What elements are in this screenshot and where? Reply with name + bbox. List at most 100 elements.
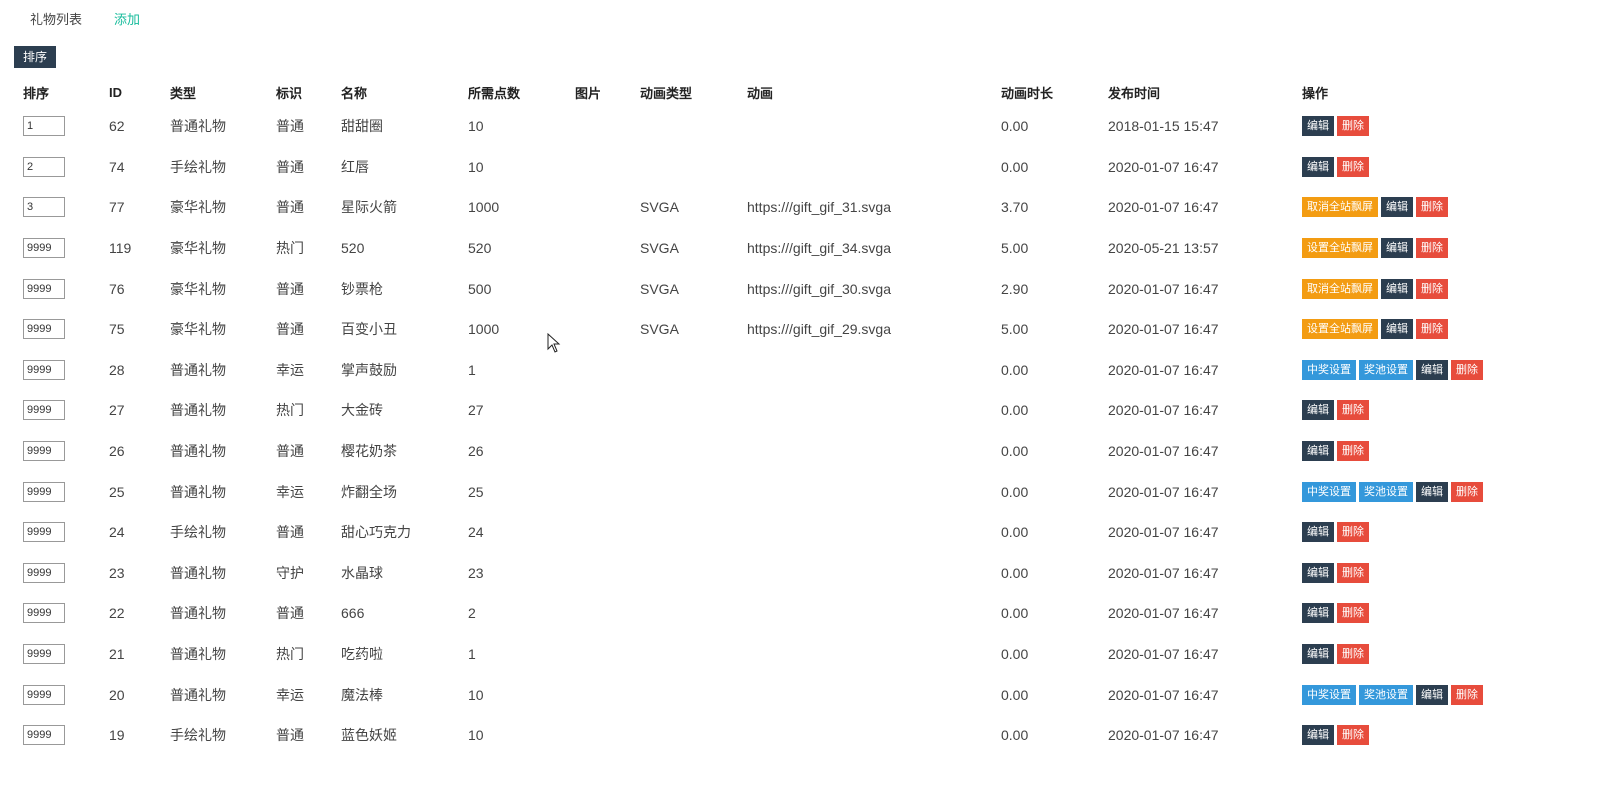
sort-button[interactable]: 排序 [14,46,57,68]
cell-id: 25 [109,483,125,500]
cell-points: 10 [468,158,484,175]
order-input[interactable] [23,441,65,462]
cell-type: 豪华礼物 [170,321,226,338]
edit-button[interactable]: 编辑 [1416,359,1448,380]
cell-anim-type: SVGA [640,280,679,297]
cell-points: 1000 [468,199,500,216]
order-input[interactable] [23,116,65,137]
delete-button[interactable]: 删除 [1337,725,1369,746]
table-row: 74 手绘礼物 普通 红唇 10 0.00 2020-01-07 16:47 编辑删除 [14,147,1574,188]
edit-button[interactable]: 编辑 [1416,481,1448,502]
cell-name: 666 [341,605,365,622]
order-input[interactable] [23,319,65,340]
delete-button[interactable]: 删除 [1451,359,1483,380]
table-row: 77 豪华礼物 普通 星际火箭 1000 SVGA https:///gift_gif_31… [14,187,1574,228]
delete-button[interactable]: 删除 [1337,562,1369,583]
order-input[interactable] [23,684,65,705]
edit-button[interactable]: 编辑 [1381,238,1413,259]
order-input[interactable] [23,481,65,502]
cell-name: 掌声鼓励 [341,361,397,378]
delete-button[interactable]: 删除 [1337,400,1369,421]
delete-button[interactable]: 删除 [1416,197,1448,218]
delete-button[interactable]: 删除 [1337,644,1369,665]
order-input[interactable] [23,238,65,259]
tab-gift-list[interactable]: 礼物列表 [14,8,98,34]
cell-duration: 0.00 [1001,564,1029,581]
delete-button[interactable]: 删除 [1337,603,1369,624]
cell-mark: 幸运 [276,361,304,378]
cell-anim [738,593,992,634]
edit-button[interactable]: 编辑 [1302,603,1334,624]
edit-button[interactable]: 编辑 [1302,562,1334,583]
edit-button[interactable]: 编辑 [1302,156,1334,177]
cell-order [14,634,100,675]
cell-id: 19 [109,727,125,744]
cell-points: 26 [468,443,484,460]
order-input[interactable] [23,725,65,746]
delete-button[interactable]: 删除 [1337,156,1369,177]
cell-id: 75 [109,321,125,338]
cell-name: 炸翻全场 [341,483,397,500]
order-input[interactable] [23,522,65,543]
col-mark: 标识 [276,85,303,101]
delete-button[interactable]: 删除 [1416,278,1448,299]
cell-type: 普通礼物 [170,564,226,581]
table-row: 19 手绘礼物 普通 蓝色妖姬 10 0.00 2020-01-07 16:47 编辑删除 [14,715,1574,756]
cell-mark: 普通 [276,280,304,297]
cell-points: 24 [468,524,484,541]
edit-button[interactable]: 编辑 [1302,116,1334,137]
edit-button[interactable]: 编辑 [1381,278,1413,299]
prize-setting-button[interactable]: 中奖设置 [1302,481,1356,502]
table-row: 62 普通礼物 普通 甜甜圈 10 0.00 2018-01-15 15:47 编辑删除 [14,106,1574,147]
order-input[interactable] [23,278,65,299]
prize-setting-button[interactable]: 中奖设置 [1302,684,1356,705]
order-input[interactable] [23,644,65,665]
delete-button[interactable]: 删除 [1337,522,1369,543]
cell-name: 魔法棒 [341,686,383,703]
delete-button[interactable]: 删除 [1337,116,1369,137]
cell-order [14,471,100,512]
edit-button[interactable]: 编辑 [1302,441,1334,462]
order-input[interactable] [23,400,65,421]
cell-mark: 普通 [276,524,304,541]
cell-time: 2020-05-21 13:57 [1108,240,1219,257]
edit-button[interactable]: 编辑 [1381,319,1413,340]
table-row: 25 普通礼物 幸运 炸翻全场 25 0.00 2020-01-07 16:47 中奖设置奖池… [14,471,1574,512]
delete-button[interactable]: 删除 [1337,441,1369,462]
delete-button[interactable]: 删除 [1451,684,1483,705]
pool-setting-button[interactable]: 奖池设置 [1359,359,1413,380]
delete-button[interactable]: 删除 [1416,319,1448,340]
table-row: 20 普通礼物 幸运 魔法棒 10 0.00 2020-01-07 16:47 中奖设置奖池设… [14,674,1574,715]
cell-points: 10 [468,727,484,744]
edit-button[interactable]: 编辑 [1381,197,1413,218]
order-input[interactable] [23,562,65,583]
cell-name: 红唇 [341,158,369,175]
cell-ops: 中奖设置 奖池设置 编辑 删除 [1293,674,1574,715]
cell-id: 28 [109,361,125,378]
delete-button[interactable]: 删除 [1416,238,1448,259]
prize-setting-button[interactable]: 中奖设置 [1302,359,1356,380]
order-input[interactable] [23,156,65,177]
cancel-screen-button[interactable]: 取消全站飘屏 [1302,278,1378,299]
cell-duration: 0.00 [1001,686,1029,703]
cell-anim-type [631,593,738,634]
pool-setting-button[interactable]: 奖池设置 [1359,684,1413,705]
set-screen-button[interactable]: 设置全站飘屏 [1302,319,1378,340]
edit-button[interactable]: 编辑 [1302,400,1334,421]
tab-add[interactable]: 添加 [98,8,156,34]
edit-button[interactable]: 编辑 [1302,522,1334,543]
edit-button[interactable]: 编辑 [1302,644,1334,665]
cell-mark: 普通 [276,727,304,744]
cell-points: 10 [468,118,484,135]
order-input[interactable] [23,359,65,380]
delete-button[interactable]: 删除 [1451,481,1483,502]
pool-setting-button[interactable]: 奖池设置 [1359,481,1413,502]
edit-button[interactable]: 编辑 [1302,725,1334,746]
order-input[interactable] [23,603,65,624]
edit-button[interactable]: 编辑 [1416,684,1448,705]
cell-ops: 编辑 删除 [1293,512,1574,553]
set-screen-button[interactable]: 设置全站飘屏 [1302,238,1378,259]
order-input[interactable] [23,197,65,218]
cancel-screen-button[interactable]: 取消全站飘屏 [1302,197,1378,218]
col-id: ID [109,84,122,100]
